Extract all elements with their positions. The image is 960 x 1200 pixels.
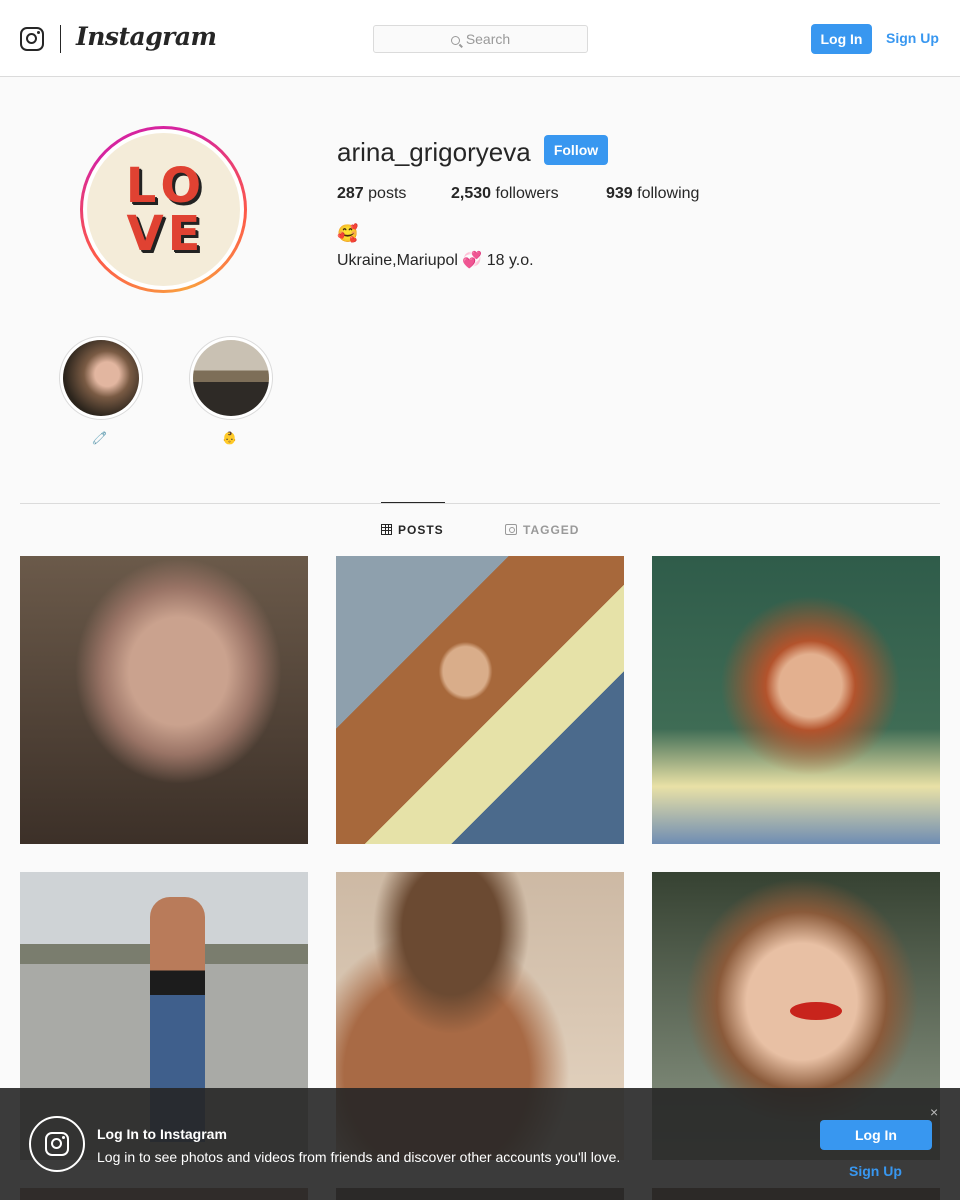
story-highlight[interactable] — [189, 336, 273, 420]
following-count[interactable]: 939 following — [606, 185, 699, 203]
followers-count[interactable]: 2,530 followers — [451, 185, 559, 203]
login-button[interactable]: Log In — [811, 24, 872, 54]
avatar-letter: E — [167, 205, 201, 262]
post-thumbnail[interactable] — [20, 556, 308, 844]
instagram-wordmark[interactable]: Instagram — [76, 22, 217, 51]
tagged-icon — [505, 524, 517, 535]
nav-divider — [60, 25, 61, 53]
search-icon — [450, 36, 460, 45]
highlight-label: 🧷 — [92, 431, 107, 445]
banner-title: Log In to Instagram — [97, 1126, 227, 1142]
posts-count: 287 posts — [337, 185, 407, 202]
tab-posts[interactable]: POSTS — [381, 523, 444, 537]
avatar-letter: L — [125, 157, 157, 214]
search-placeholder: Search — [465, 31, 511, 47]
profile-avatar[interactable]: L O V E — [80, 126, 247, 293]
instagram-logo-icon — [29, 1116, 85, 1172]
banner-login-button[interactable]: Log In — [820, 1120, 932, 1150]
active-tab-indicator — [381, 502, 445, 503]
highlight-cover — [193, 340, 269, 416]
tabs-divider — [20, 503, 940, 504]
avatar-image: L O V E — [87, 133, 240, 286]
banner-signup-link[interactable]: Sign Up — [849, 1163, 902, 1179]
top-nav: Instagram Search Log In Sign Up — [0, 0, 960, 77]
post-thumbnail[interactable] — [652, 556, 940, 844]
avatar-letter: V — [126, 205, 164, 262]
bio-text: Ukraine,Mariupol 💞 18 y.o. — [337, 252, 534, 269]
login-banner: Log In to Instagram Log in to see photos… — [0, 1088, 960, 1200]
profile-username: arina_grigoryeva — [337, 137, 531, 167]
tab-tagged[interactable]: TAGGED — [505, 523, 579, 537]
banner-text: Log in to see photos and videos from fri… — [97, 1149, 621, 1165]
grid-icon — [381, 524, 392, 535]
search-input[interactable]: Search — [373, 25, 588, 53]
signup-link[interactable]: Sign Up — [886, 30, 939, 46]
post-thumbnail[interactable] — [336, 556, 624, 844]
avatar-letter: O — [160, 157, 202, 214]
follow-button[interactable]: Follow — [544, 135, 608, 165]
highlight-label: 👶 — [222, 431, 237, 445]
highlight-cover — [63, 340, 139, 416]
story-highlight[interactable] — [59, 336, 143, 420]
close-icon[interactable]: × — [930, 1104, 938, 1120]
instagram-glyph-icon[interactable] — [20, 27, 44, 51]
bio-emoji: 🥰 — [337, 224, 359, 243]
